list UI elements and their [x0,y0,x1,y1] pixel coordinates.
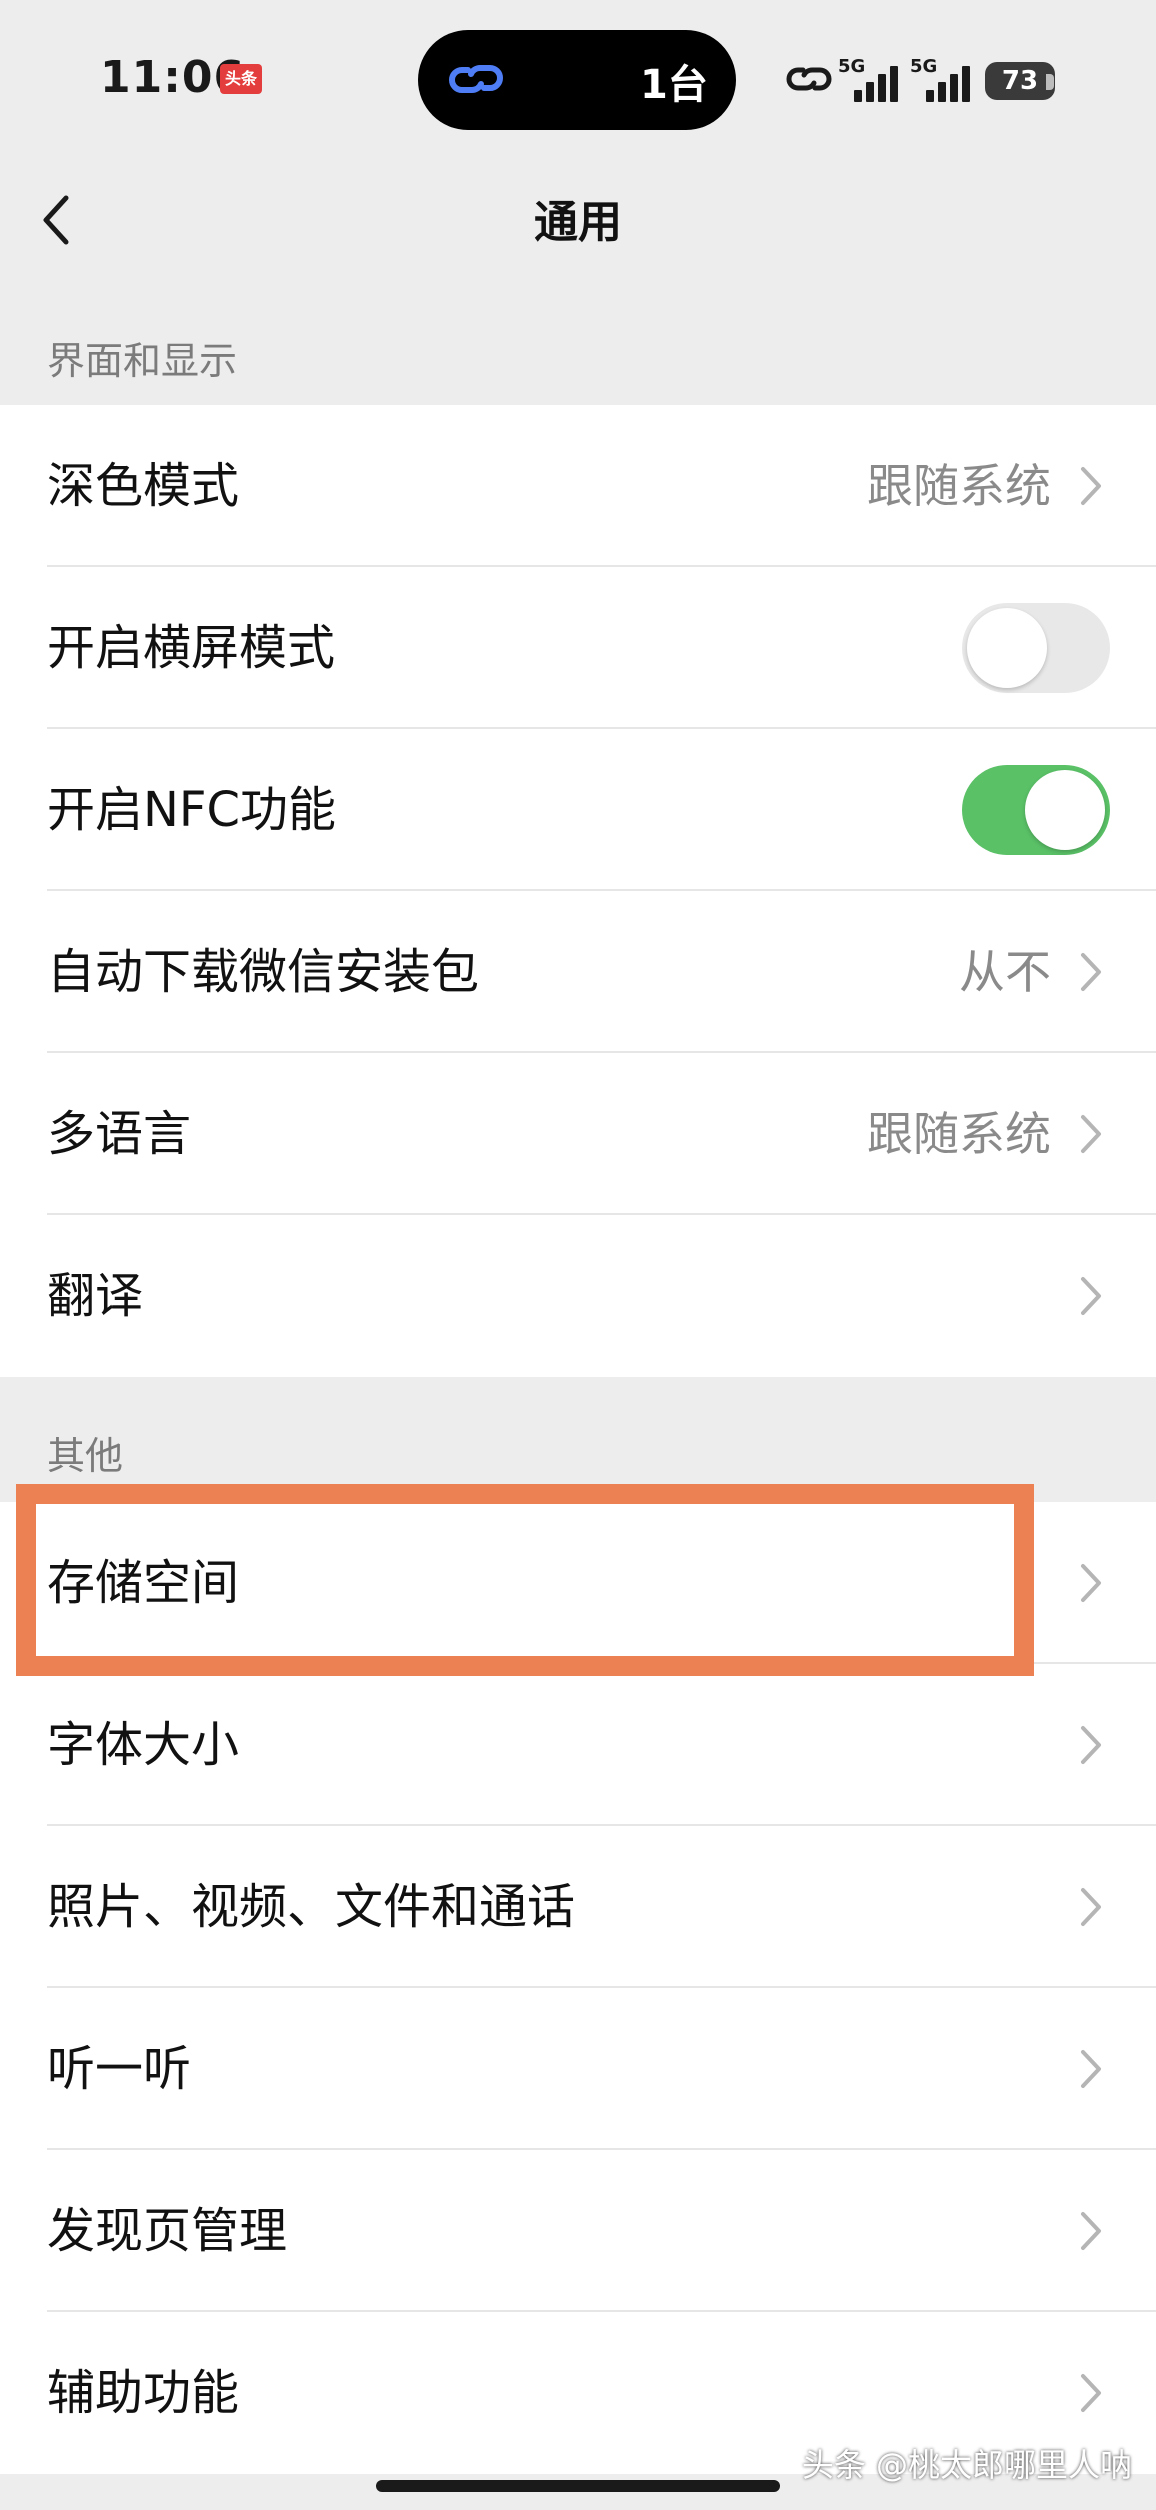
setting-value: 跟随系统 [867,459,1051,513]
setting-storage[interactable]: 存储空间 [0,1502,1156,1664]
setting-label: 开启NFC功能 [47,782,337,838]
setting-label: 开启横屏模式 [47,620,336,676]
toggle-knob [967,608,1047,688]
setting-label: 存储空间 [47,1555,240,1611]
link-icon [786,67,832,91]
landscape-mode-toggle[interactable] [962,603,1110,693]
chevron-right-icon [1081,1726,1101,1764]
battery-icon: 73 [985,62,1055,100]
setting-auto-download[interactable]: 自动下载微信安装包 从不 [0,891,1156,1053]
chevron-right-icon [1081,1115,1101,1153]
setting-discover-manage[interactable]: 发现页管理 [0,2150,1156,2312]
battery-level: 73 [1001,66,1039,96]
battery-tip [1046,74,1054,90]
section-header-other: 其他 [47,1434,124,1478]
setting-label: 字体大小 [47,1717,240,1773]
setting-value: 跟随系统 [867,1107,1051,1161]
network-type-label: 5G [838,56,866,77]
nfc-toggle[interactable] [962,765,1110,855]
status-bar: 11:06 头条 1台 5G 5G 73 [0,0,1156,160]
toggle-knob [1025,770,1105,850]
signal-strength-icon-2: 5G [910,56,970,102]
signal-strength-icon: 5G [838,56,898,102]
chevron-right-icon [1081,2374,1101,2412]
setting-label: 辅助功能 [47,2365,240,2421]
setting-label: 发现页管理 [47,2203,288,2259]
setting-translate[interactable]: 翻译 [0,1215,1156,1377]
setting-language[interactable]: 多语言 跟随系统 [0,1053,1156,1215]
setting-label: 深色模式 [47,458,240,514]
watermark: 头条 @桃太郎哪里人呐 [801,2446,1132,2484]
setting-label: 多语言 [47,1106,192,1162]
setting-landscape-mode: 开启横屏模式 [0,567,1156,729]
chevron-right-icon [1081,2212,1101,2250]
setting-dark-mode[interactable]: 深色模式 跟随系统 [0,405,1156,567]
section-header-display: 界面和显示 [47,339,238,383]
setting-font-size[interactable]: 字体大小 [0,1664,1156,1826]
setting-label: 翻译 [47,1268,144,1324]
chevron-right-icon [1081,1277,1101,1315]
setting-label: 听一听 [47,2041,192,2097]
chevron-right-icon [1081,2050,1101,2088]
network-type-label-2: 5G [910,56,938,77]
settings-group-other: 存储空间 字体大小 照片、视频、文件和通话 听一听 发现页管理 辅助功能 [0,1502,1156,2474]
setting-media-files-calls[interactable]: 照片、视频、文件和通话 [0,1826,1156,1988]
island-count: 1台 [640,62,708,108]
settings-group-display: 深色模式 跟随系统 开启横屏模式 开启NFC功能 自动下载微信安装包 从不 多语… [0,405,1156,1377]
nav-bar: 通用 [0,160,1156,270]
chevron-right-icon [1081,1564,1101,1602]
setting-nfc: 开启NFC功能 [0,729,1156,891]
chevron-right-icon [1081,467,1101,505]
chevron-right-icon [1081,1888,1101,1926]
setting-label: 自动下载微信安装包 [47,944,480,1000]
setting-listen[interactable]: 听一听 [0,1988,1156,2150]
page-title: 通用 [534,197,622,248]
setting-value: 从不 [959,945,1051,999]
home-indicator[interactable] [376,2480,780,2492]
toutiao-badge-icon: 头条 [220,64,262,94]
chevron-right-icon [1081,953,1101,991]
setting-label: 照片、视频、文件和通话 [47,1879,576,1935]
island-link-icon [449,65,503,93]
